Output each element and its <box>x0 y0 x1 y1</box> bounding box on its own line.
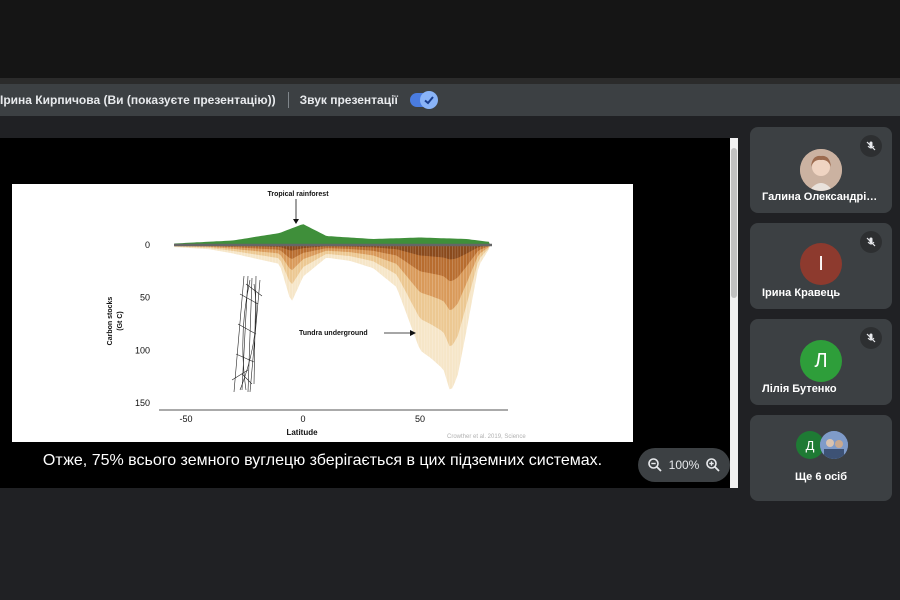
avatar-photo <box>800 149 842 191</box>
zoom-level: 100% <box>668 458 700 472</box>
more-avatars: Д <box>794 431 854 461</box>
participant-tile[interactable]: Галина Олександрівн… <box>750 127 892 213</box>
more-participants-tile[interactable]: Д Ще 6 осіб <box>750 415 892 501</box>
carbon-stocks-chart: 0 50 100 150 -50 0 50 Tropical rainforest Tun… <box>107 191 526 440</box>
participant-tile[interactable]: І Ірина Кравець <box>750 223 892 309</box>
y-tick-label: 0 <box>145 240 150 250</box>
presentation-stage: 0 50 100 150 -50 0 50 Tropical rainforest Tun… <box>0 138 730 488</box>
info-separator <box>287 92 289 108</box>
avatar-initial: Л <box>800 340 842 382</box>
avatar-initial: І <box>800 243 842 285</box>
y-axis-label-line2: (Gt C) <box>117 311 124 330</box>
participant-name: Ірина Кравець <box>762 287 841 299</box>
avatar-photo <box>820 431 848 459</box>
zoom-out-button[interactable] <box>644 454 666 476</box>
zoom-control: 100% <box>638 448 730 482</box>
presentation-audio-toggle[interactable] <box>409 91 438 109</box>
check-icon <box>419 91 438 109</box>
root-illustration <box>231 275 263 393</box>
scrollbar-thumb[interactable] <box>731 148 737 298</box>
figure-credit: Crowther et al. 2019, Science <box>447 434 526 440</box>
mic-off-icon <box>860 327 882 349</box>
x-tick-label: 0 <box>300 414 305 424</box>
stage-scrollbar[interactable] <box>730 138 738 488</box>
y-tick-label: 100 <box>135 345 150 355</box>
annotation-tropical: Tropical rainforest <box>267 191 329 198</box>
y-tick-label: 150 <box>135 398 150 408</box>
presentation-audio-label: Звук презентації <box>299 93 398 107</box>
x-tick-label: -50 <box>179 414 192 424</box>
annotation-tundra: Tundra underground <box>299 330 368 337</box>
x-tick-label: 50 <box>415 414 425 424</box>
presenter-label: Ірина Кирпичова (Ви (показуєте презентац… <box>0 93 276 107</box>
y-tick-label: 50 <box>140 293 150 303</box>
y-axis-label-line1: Carbon stocks <box>107 297 114 346</box>
participant-name: Галина Олександрівн… <box>762 191 884 203</box>
mic-off-icon <box>860 231 882 253</box>
zoom-in-icon <box>706 458 720 472</box>
zoom-in-button[interactable] <box>702 454 724 476</box>
top-black-area <box>0 0 900 78</box>
mic-off-icon <box>860 135 882 157</box>
participant-tile[interactable]: Л Лілія Бутенко <box>750 319 892 405</box>
slide-image: 0 50 100 150 -50 0 50 Tropical rainforest Tun… <box>12 184 633 442</box>
x-axis-label: Latitude <box>286 428 318 437</box>
more-participants-label: Ще 6 осіб <box>794 471 848 483</box>
slide-caption: Отже, 75% всього земного вуглецю зберіга… <box>42 452 603 469</box>
participant-name: Лілія Бутенко <box>762 383 837 395</box>
aboveground-series <box>174 224 491 245</box>
presentation-info-bar: Ірина Кирпичова (Ви (показуєте презентац… <box>0 84 900 116</box>
zoom-out-icon <box>648 458 662 472</box>
